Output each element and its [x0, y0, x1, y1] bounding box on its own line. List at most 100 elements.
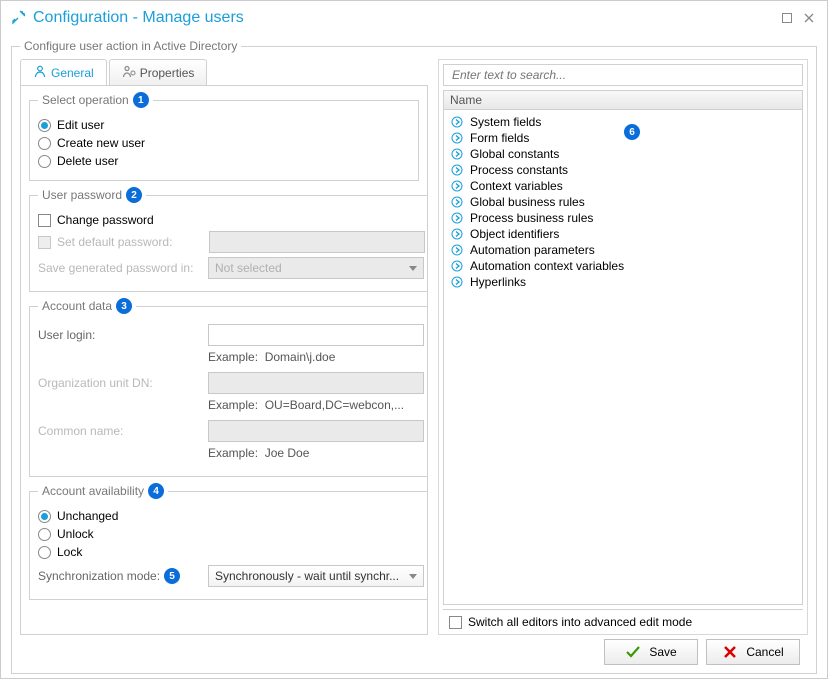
- org-unit-input: [208, 372, 424, 394]
- radio-label: Delete user: [57, 154, 118, 168]
- radio-icon: [38, 546, 51, 559]
- radio-icon: [38, 119, 51, 132]
- title-bar: Configuration - Manage users: [1, 1, 827, 35]
- tree-item[interactable]: Process constants: [444, 162, 802, 178]
- tree-item-label: Process business rules: [470, 211, 593, 225]
- grid-header[interactable]: Name: [443, 90, 803, 110]
- example-label: Example: OU=Board,DC=webcon,...: [208, 398, 404, 412]
- save-password-select: Not selected: [208, 257, 424, 279]
- radio-icon: [38, 510, 51, 523]
- tree-item[interactable]: Automation context variables: [444, 258, 802, 274]
- radio-create-user[interactable]: Create new user: [38, 136, 410, 150]
- tree-item[interactable]: Hyperlinks: [444, 274, 802, 290]
- tree-item[interactable]: Context variables: [444, 178, 802, 194]
- label-org-unit: Organization unit DN:: [38, 376, 208, 390]
- common-name-input: [208, 420, 424, 442]
- tab-general[interactable]: General: [20, 59, 107, 85]
- maximize-button[interactable]: [779, 10, 795, 26]
- sync-mode-select[interactable]: Synchronously - wait until synchr...: [208, 565, 424, 587]
- tree-item-label: Hyperlinks: [470, 275, 526, 289]
- label-common-name: Common name:: [38, 424, 208, 438]
- expand-arrow-icon: [450, 227, 464, 241]
- example-label: Example: Domain\j.doe: [208, 350, 335, 364]
- person-icon: [33, 64, 47, 81]
- badge-3: 3: [116, 298, 132, 314]
- tree-item-label: Global constants: [470, 147, 559, 161]
- group-user-password: User password 2 Change password Set defa…: [29, 187, 428, 292]
- radio-label: Create new user: [57, 136, 145, 150]
- button-label: Save: [649, 645, 676, 659]
- chevron-down-icon: [409, 574, 417, 579]
- badge-1: 1: [133, 92, 149, 108]
- expand-arrow-icon: [450, 163, 464, 177]
- radio-label: Lock: [57, 545, 82, 559]
- radio-label: Unchanged: [57, 509, 118, 523]
- tree-item[interactable]: Global constants: [444, 146, 802, 162]
- checkbox-icon: [449, 616, 462, 629]
- tab-properties[interactable]: Properties: [109, 59, 208, 85]
- expand-arrow-icon: [450, 275, 464, 289]
- group-account-data: Account data 3 User login: Example: Doma…: [29, 298, 428, 477]
- radio-delete-user[interactable]: Delete user: [38, 154, 410, 168]
- tree-item[interactable]: Form fields: [444, 130, 802, 146]
- check-icon: [625, 644, 641, 660]
- tree-item[interactable]: Process business rules: [444, 210, 802, 226]
- label-sync-mode: Synchronization mode: 5: [38, 568, 208, 584]
- radio-label: Edit user: [57, 118, 104, 132]
- check-label: Change password: [57, 213, 154, 227]
- save-button[interactable]: Save: [604, 639, 698, 665]
- expand-arrow-icon: [450, 259, 464, 273]
- radio-edit-user[interactable]: Edit user: [38, 118, 410, 132]
- tab-strip: General Properties: [20, 59, 428, 85]
- group-legend: Account data: [42, 299, 112, 313]
- user-login-input[interactable]: [208, 324, 424, 346]
- tree-item-label: Context variables: [470, 179, 563, 193]
- expand-arrow-icon: [450, 211, 464, 225]
- expand-arrow-icon: [450, 115, 464, 129]
- select-value: Not selected: [215, 261, 282, 275]
- expand-arrow-icon: [450, 147, 464, 161]
- advanced-mode-row[interactable]: Switch all editors into advanced edit mo…: [443, 609, 803, 634]
- label-save-generated: Save generated password in:: [38, 261, 208, 275]
- radio-icon: [38, 528, 51, 541]
- radio-icon: [38, 155, 51, 168]
- tree-item[interactable]: Global business rules: [444, 194, 802, 210]
- group-legend: Account availability: [42, 484, 144, 498]
- variable-tree[interactable]: 6 System fieldsForm fieldsGlobal constan…: [443, 110, 803, 605]
- main-fieldset: Configure user action in Active Director…: [11, 39, 817, 674]
- select-value: Synchronously - wait until synchr...: [215, 569, 399, 583]
- tab-label: General: [51, 66, 94, 80]
- radio-icon: [38, 137, 51, 150]
- tree-item-label: Object identifiers: [470, 227, 559, 241]
- check-change-password[interactable]: Change password: [38, 213, 425, 227]
- close-button[interactable]: [801, 10, 817, 26]
- group-legend: User password: [42, 188, 122, 202]
- default-password-input: [209, 231, 425, 253]
- label-set-default-password: Set default password:: [57, 235, 209, 249]
- column-name: Name: [450, 93, 482, 107]
- window-title: Configuration - Manage users: [33, 9, 773, 27]
- radio-unlock[interactable]: Unlock: [38, 527, 424, 541]
- cross-icon: [722, 644, 738, 660]
- tab-label: Properties: [140, 66, 195, 80]
- radio-label: Unlock: [57, 527, 94, 541]
- main-fieldset-legend: Configure user action in Active Director…: [20, 39, 241, 53]
- cancel-button[interactable]: Cancel: [706, 639, 800, 665]
- tree-item[interactable]: System fields: [444, 114, 802, 130]
- badge-2: 2: [126, 187, 142, 203]
- badge-5: 5: [164, 568, 180, 584]
- group-legend: Select operation: [42, 93, 129, 107]
- dialog-buttons: Save Cancel: [20, 639, 808, 665]
- tree-item[interactable]: Automation parameters: [444, 242, 802, 258]
- group-select-operation: Select operation 1 Edit user Create new …: [29, 92, 419, 181]
- radio-lock[interactable]: Lock: [38, 545, 424, 559]
- expand-arrow-icon: [450, 243, 464, 257]
- tree-item-label: Automation context variables: [470, 259, 624, 273]
- chevron-down-icon: [409, 266, 417, 271]
- search-box[interactable]: [443, 64, 803, 86]
- radio-unchanged[interactable]: Unchanged: [38, 509, 424, 523]
- tree-item[interactable]: Object identifiers: [444, 226, 802, 242]
- tools-icon: [11, 9, 27, 28]
- search-input[interactable]: [450, 65, 796, 85]
- expand-arrow-icon: [450, 179, 464, 193]
